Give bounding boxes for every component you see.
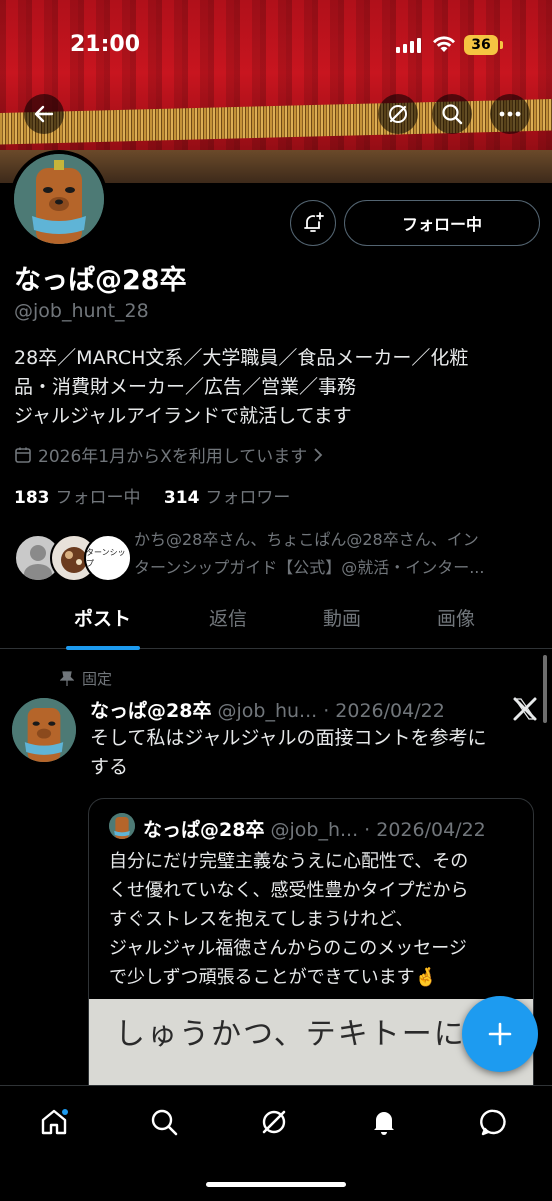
- profile-handle: @job_hunt_28: [14, 300, 149, 322]
- grok-icon: [389, 105, 407, 123]
- following-label: フォロー中: [55, 488, 141, 508]
- post-handle-date: @job_hu... · 2026/04/22: [217, 700, 445, 722]
- home-icon: [41, 1109, 68, 1135]
- signal-icon: [396, 38, 421, 53]
- nav-notifications[interactable]: [366, 1104, 402, 1140]
- compose-button[interactable]: [462, 996, 538, 1072]
- search-icon: [151, 1109, 178, 1136]
- post-header: なっぱ@28卒 @job_hu... · 2026/04/22: [90, 696, 445, 723]
- pinned-label: 固定: [60, 668, 112, 689]
- post-text-line: そして私はジャルジャルの面接コントを参考に: [90, 727, 487, 749]
- back-button[interactable]: [24, 94, 64, 134]
- quote-author: なっぱ@28卒: [143, 819, 265, 841]
- followers-count: 314: [163, 488, 200, 508]
- status-bar: 21:00 36: [0, 0, 552, 90]
- quote-text-line: 自分にだけ完璧主義なうえに心配性で、その: [109, 851, 469, 872]
- home-indicator: [206, 1182, 346, 1187]
- tab-posts[interactable]: ポスト: [74, 604, 131, 631]
- bio-line: 品・消費財メーカー／広告／営業／事務: [14, 376, 357, 398]
- following-count: 183: [14, 488, 50, 508]
- quote-text-line: で少しずつ頑張ることができています🤞: [109, 967, 438, 988]
- plus-icon: [488, 1022, 512, 1046]
- post-author[interactable]: なっぱ@28卒: [90, 700, 211, 722]
- known-followers-line: ターンシップガイド【公式】@就活・インター...: [134, 558, 485, 577]
- post-text-line: する: [90, 756, 129, 778]
- messages-icon: [480, 1109, 506, 1136]
- back-arrow-icon: [34, 105, 54, 123]
- grok-icon: [262, 1110, 286, 1134]
- profile-tabs: ポスト 返信 動画 画像: [0, 596, 552, 649]
- mascot-avatar-image: [109, 813, 135, 839]
- profile-name: なっぱ@28卒: [14, 265, 187, 296]
- bio-line: ジャルジャルアイランドで就活してます: [14, 405, 352, 427]
- profile-bio: 28卒／MARCH文系／大学職員／食品メーカー／化粧 品・消費財メーカー／広告／…: [14, 344, 542, 431]
- mascot-avatar-image: [12, 698, 76, 762]
- search-button[interactable]: [432, 94, 472, 134]
- notification-add-icon: [304, 212, 324, 232]
- nav-search[interactable]: [146, 1104, 182, 1140]
- battery-indicator: 36: [464, 35, 498, 55]
- following-button[interactable]: フォロー中: [344, 200, 540, 246]
- quote-avatar: [109, 813, 135, 839]
- notify-button[interactable]: [290, 200, 336, 246]
- known-followers-text[interactable]: かち@28卒さん、ちょこぱん@28卒さん、イン ターンシップガイド【公式】@就活…: [134, 526, 544, 582]
- more-icon: [499, 111, 521, 117]
- scrollbar[interactable]: [543, 655, 547, 723]
- tab-videos[interactable]: 動画: [323, 604, 361, 631]
- profile-avatar[interactable]: [10, 150, 108, 248]
- post-avatar[interactable]: [12, 698, 76, 762]
- post-text: そして私はジャルジャルの面接コントを参考に する: [90, 724, 530, 782]
- following-link[interactable]: 183 フォロー中: [14, 488, 141, 508]
- followers-label: フォロワー: [205, 488, 291, 508]
- known-follower-avatar[interactable]: ターンシップ: [84, 534, 132, 582]
- known-followers-line: かち@28卒さん、ちょこぱん@28卒さん、イン: [134, 530, 479, 549]
- tab-images[interactable]: 画像: [437, 604, 475, 631]
- mascot-avatar-image: [14, 154, 104, 244]
- followers-link[interactable]: 314 フォロワー: [164, 488, 291, 508]
- joined-date[interactable]: 2026年1月からXを利用しています: [14, 442, 323, 467]
- handwriting-text: しゅうかつ、テキトーに、: [115, 1017, 497, 1052]
- x-logo-icon[interactable]: [512, 696, 538, 722]
- mini-avatar-text: ターンシップ: [86, 548, 126, 568]
- pin-icon: [60, 670, 74, 686]
- wifi-icon: [433, 36, 455, 52]
- pinned-text: 固定: [82, 670, 113, 688]
- quote-header: なっぱ@28卒 @job_h... · 2026/04/22: [143, 815, 486, 842]
- tab-replies[interactable]: 返信: [209, 604, 247, 631]
- quoted-post[interactable]: なっぱ@28卒 @job_h... · 2026/04/22 自分にだけ完璧主義…: [88, 798, 534, 1110]
- search-icon: [442, 104, 463, 125]
- joined-text: 2026年1月からXを利用しています: [38, 447, 308, 467]
- quote-text-line: すぐストレスを抱えてしまうけれど、: [109, 909, 414, 930]
- quote-text: 自分にだけ完璧主義なうえに心配性で、その くせ優れていなく、感受性豊かタイプだか…: [109, 847, 519, 992]
- nav-messages[interactable]: [476, 1104, 512, 1140]
- grok-button[interactable]: [378, 94, 418, 134]
- nav-home[interactable]: [36, 1104, 72, 1140]
- more-button[interactable]: [490, 94, 530, 134]
- quote-text-line: ジャルジャル福徳さんからのこのメッセージ: [109, 938, 467, 959]
- quote-text-line: くせ優れていなく、感受性豊かタイプだから: [109, 880, 469, 901]
- battery-tip: [500, 41, 503, 49]
- bio-line: 28卒／MARCH文系／大学職員／食品メーカー／化粧: [14, 347, 469, 369]
- tab-active-indicator: [66, 646, 140, 650]
- nav-grok[interactable]: [256, 1104, 292, 1140]
- quote-handle-date: @job_h... · 2026/04/22: [270, 819, 486, 841]
- bell-icon: [374, 1112, 394, 1135]
- status-time: 21:00: [70, 32, 141, 57]
- follow-stats: 183 フォロー中 314 フォロワー: [14, 483, 290, 508]
- calendar-icon: [15, 447, 31, 463]
- chevron-right-icon: [314, 447, 323, 462]
